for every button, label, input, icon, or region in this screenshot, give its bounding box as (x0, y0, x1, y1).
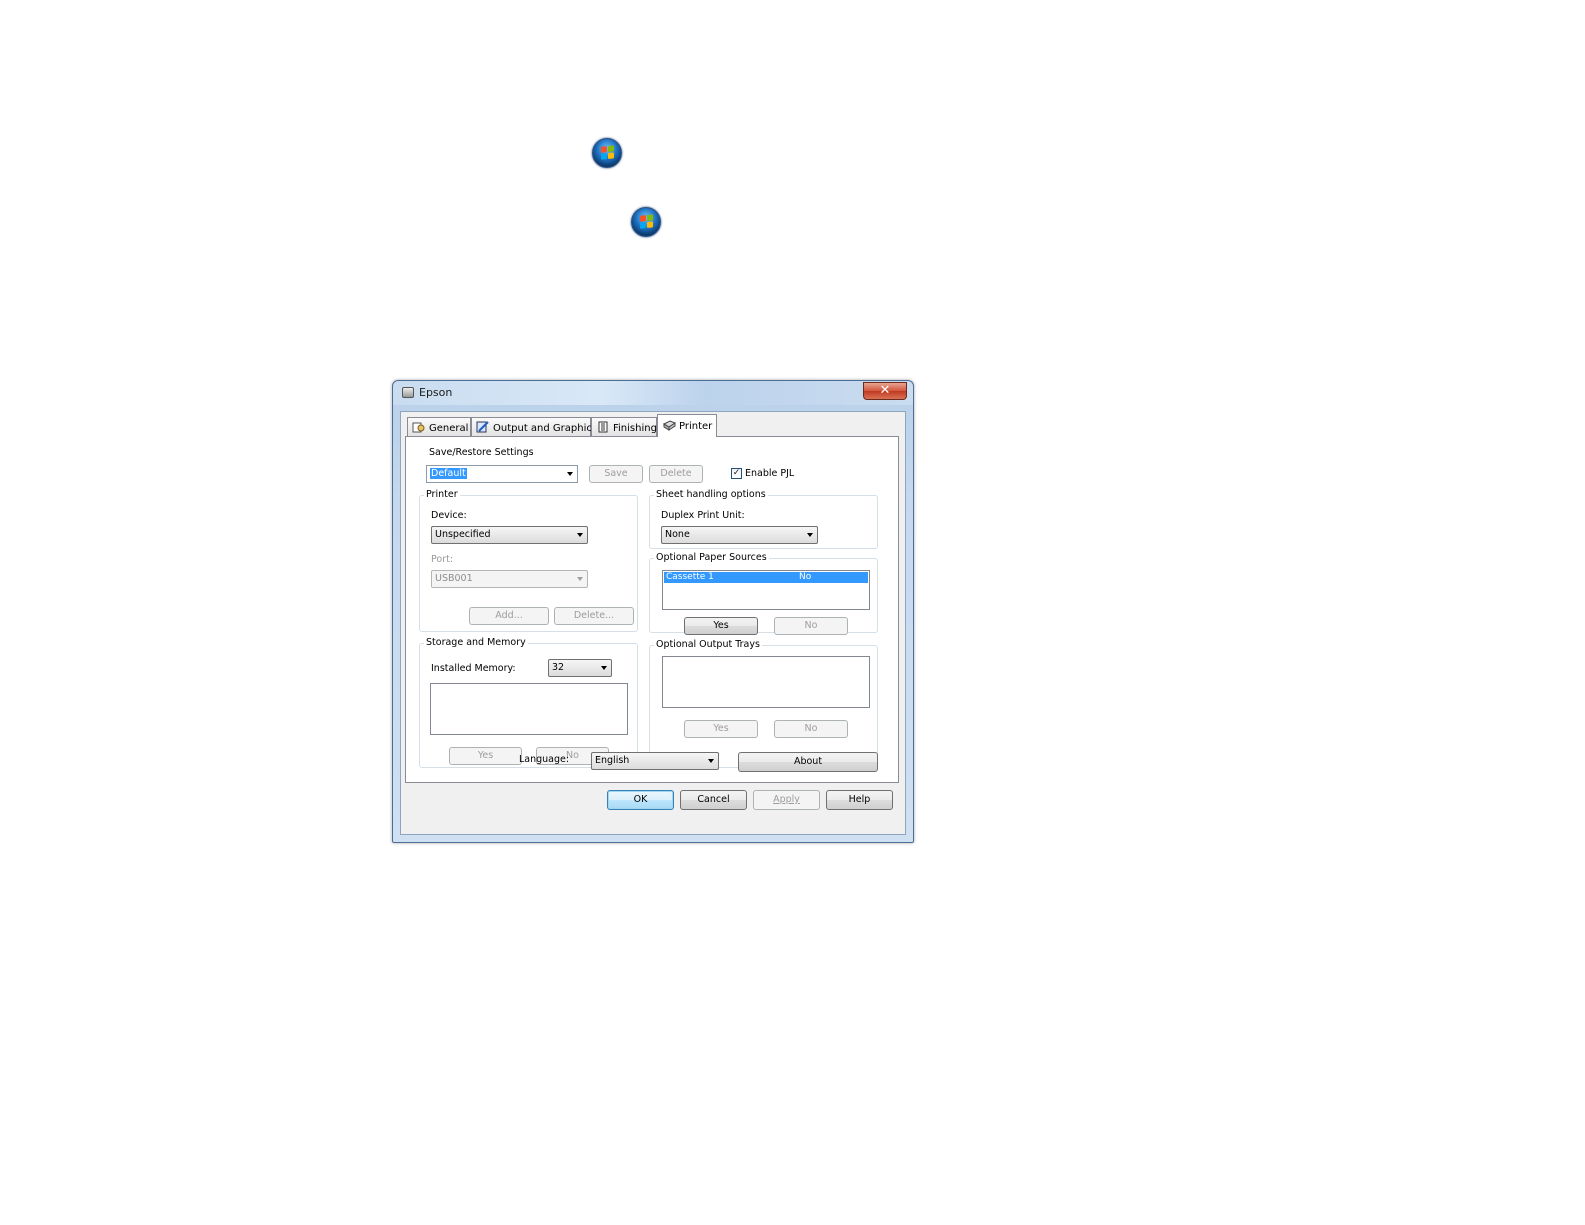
chevron-down-icon (577, 533, 583, 537)
output-trays-list[interactable] (662, 656, 870, 708)
duplex-label: Duplex Print Unit: (661, 510, 745, 521)
language-label: Language: (519, 754, 570, 765)
installed-memory-label: Installed Memory: (431, 663, 516, 674)
tab-finishing[interactable]: Finishing (591, 417, 657, 436)
chevron-down-icon (807, 533, 813, 537)
printer-tab-panel: Save/Restore Settings Default Save Delet… (405, 436, 899, 783)
port-combo[interactable]: USB001 (431, 570, 588, 588)
paper-sources-list[interactable]: Cassette 1 No (662, 570, 870, 610)
tab-general[interactable]: General (407, 417, 471, 436)
save-restore-combo[interactable]: Default (426, 465, 578, 483)
add-port-button[interactable]: Add... (469, 607, 549, 625)
delete-port-button[interactable]: Delete... (554, 607, 634, 625)
language-combo[interactable]: English (591, 752, 719, 770)
list-item[interactable]: Cassette 1 No (664, 572, 868, 583)
duplex-combo[interactable]: None (661, 526, 818, 544)
chevron-down-icon (708, 759, 714, 763)
finishing-tab-icon (596, 421, 610, 433)
close-button[interactable]: ✕ (863, 382, 907, 400)
port-label: Port: (431, 554, 454, 565)
chevron-down-icon (577, 577, 583, 581)
device-label: Device: (431, 510, 467, 521)
apply-button[interactable]: Apply (753, 790, 820, 810)
windows-start-orb-icon (592, 138, 622, 168)
save-restore-value: Default (430, 468, 467, 479)
output-graphics-tab-icon (476, 421, 490, 433)
duplex-value: None (665, 529, 690, 540)
about-button[interactable]: About (738, 752, 878, 772)
device-combo[interactable]: Unspecified (431, 526, 588, 544)
paper-source-yes-button[interactable]: Yes (684, 617, 758, 635)
installed-memory-value: 32 (552, 662, 565, 673)
language-value: English (595, 755, 630, 766)
windows-start-orb-icon (631, 207, 661, 237)
save-button[interactable]: Save (589, 465, 643, 483)
general-tab-icon (412, 421, 426, 433)
cancel-button[interactable]: Cancel (680, 790, 747, 810)
tab-output-graphics-label: Output and Graphics (493, 423, 598, 434)
printer-tab-icon (662, 419, 677, 431)
paper-sources-legend: Optional Paper Sources (654, 552, 769, 563)
title-bar[interactable]: Epson ✕ (393, 381, 913, 405)
save-restore-legend: Save/Restore Settings (427, 447, 536, 458)
storage-yes-button[interactable]: Yes (449, 747, 522, 765)
printer-group-legend: Printer (424, 489, 460, 500)
enable-pjl-label: Enable PJL (745, 468, 795, 479)
chevron-down-icon (567, 472, 573, 476)
output-trays-legend: Optional Output Trays (654, 639, 762, 650)
printer-app-icon (402, 387, 414, 398)
help-button[interactable]: Help (826, 790, 893, 810)
dialog-client-area: General Output and Graphics Finishing Pr… (400, 411, 906, 835)
paper-source-no-button[interactable]: No (774, 617, 848, 635)
ok-button[interactable]: OK (607, 790, 674, 810)
paper-source-name: Cassette 1 (666, 572, 714, 582)
storage-options-list[interactable] (430, 683, 628, 735)
tab-printer[interactable]: Printer (657, 414, 717, 437)
installed-memory-combo[interactable]: 32 (548, 659, 612, 677)
storage-memory-legend: Storage and Memory (424, 637, 528, 648)
tab-printer-label: Printer (679, 421, 713, 432)
output-tray-no-button[interactable]: No (774, 720, 848, 738)
enable-pjl-checkbox[interactable]: ✓ (731, 468, 742, 479)
window-title: Epson (419, 386, 453, 399)
tab-output-graphics[interactable]: Output and Graphics (471, 417, 597, 436)
paper-source-value: No (799, 572, 812, 582)
epson-properties-dialog: Epson ✕ General Output and Graphics Fini… (392, 380, 914, 843)
delete-settings-button[interactable]: Delete (649, 465, 703, 483)
output-tray-yes-button[interactable]: Yes (684, 720, 758, 738)
tab-finishing-label: Finishing (613, 423, 657, 434)
chevron-down-icon (601, 666, 607, 670)
device-value: Unspecified (435, 529, 491, 540)
port-value: USB001 (435, 573, 473, 584)
sheet-handling-legend: Sheet handling options (654, 489, 768, 500)
tab-general-label: General (429, 423, 469, 434)
